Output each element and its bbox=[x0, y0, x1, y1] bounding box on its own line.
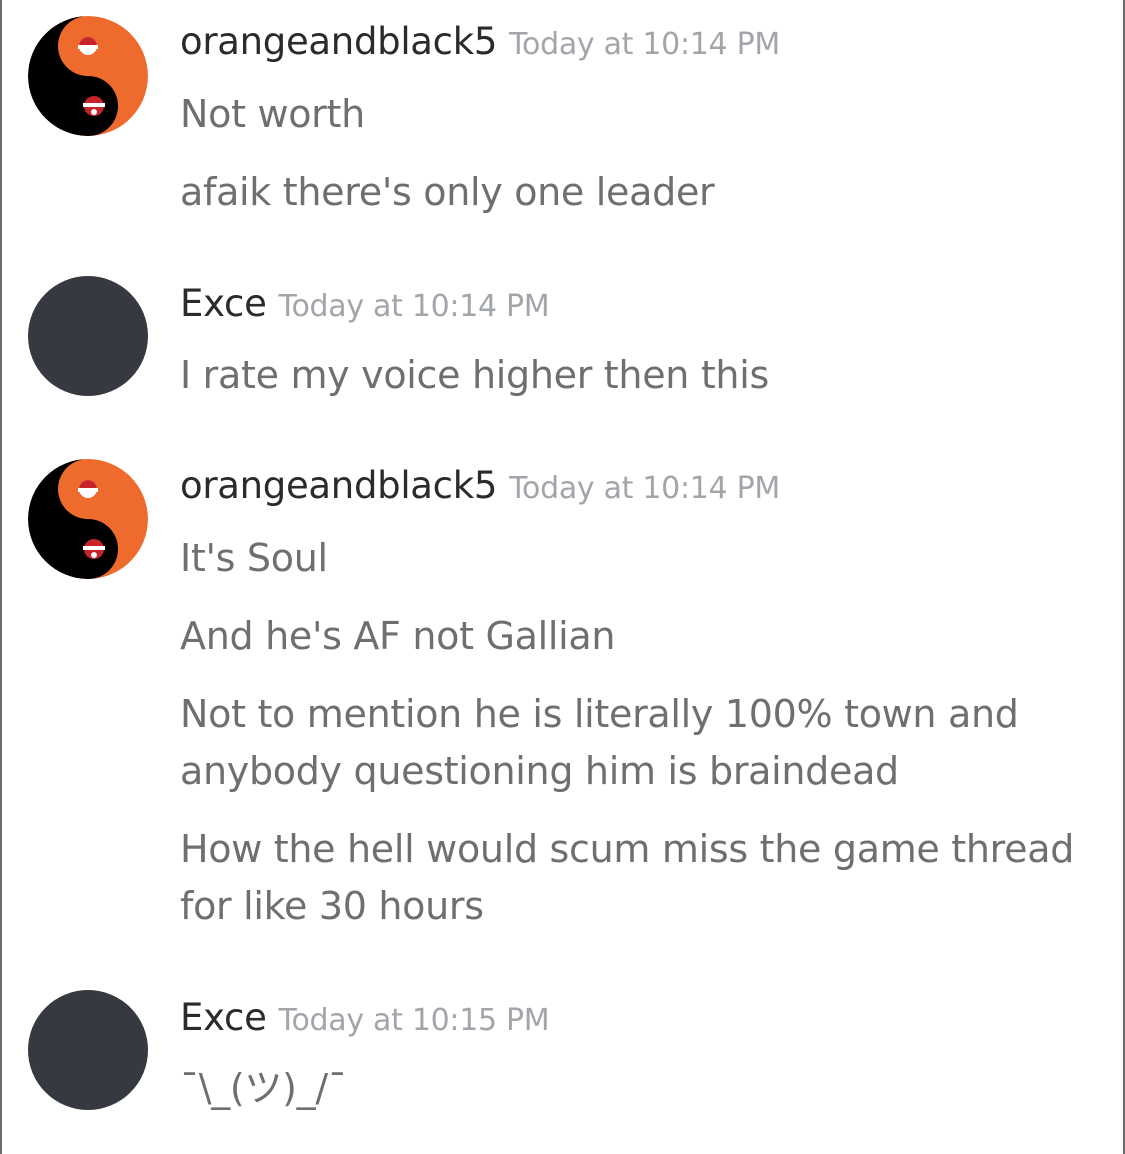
message-text: Not worth bbox=[180, 92, 365, 136]
chat-log: orangeandblack5 Today at 10:14 PM Not wor… bbox=[0, 0, 1125, 1154]
default-avatar-icon[interactable] bbox=[28, 990, 148, 1110]
message-text: How the hell would scum miss the game th… bbox=[180, 827, 1075, 928]
message-text: And he's AF not Gallian bbox=[180, 614, 616, 658]
yin-yang-avatar-icon[interactable] bbox=[28, 16, 148, 136]
message-header: orangeandblack5 Today at 10:14 PM bbox=[180, 464, 780, 507]
message-text: It's Soul bbox=[180, 536, 328, 580]
username[interactable]: orangeandblack5 bbox=[180, 20, 497, 63]
message-text: ¯\_(ツ)_/¯ bbox=[180, 1066, 347, 1110]
message-header: Exce Today at 10:14 PM bbox=[180, 282, 550, 325]
username[interactable]: orangeandblack5 bbox=[180, 464, 497, 507]
message-text: afaik there's only one leader bbox=[180, 170, 715, 214]
default-avatar-icon[interactable] bbox=[28, 276, 148, 396]
timestamp: Today at 10:15 PM bbox=[278, 1003, 550, 1038]
message-header: Exce Today at 10:15 PM bbox=[180, 996, 550, 1039]
message-header: orangeandblack5 Today at 10:14 PM bbox=[180, 20, 780, 63]
yin-yang-avatar-icon[interactable] bbox=[28, 459, 148, 579]
username[interactable]: Exce bbox=[180, 996, 267, 1039]
message-text: I rate my voice higher then this bbox=[180, 353, 769, 397]
timestamp: Today at 10:14 PM bbox=[278, 289, 550, 324]
username[interactable]: Exce bbox=[180, 282, 267, 325]
timestamp: Today at 10:14 PM bbox=[509, 27, 780, 62]
message-text: Not to mention he is literally 100% town… bbox=[180, 692, 1019, 793]
timestamp: Today at 10:14 PM bbox=[509, 471, 780, 506]
